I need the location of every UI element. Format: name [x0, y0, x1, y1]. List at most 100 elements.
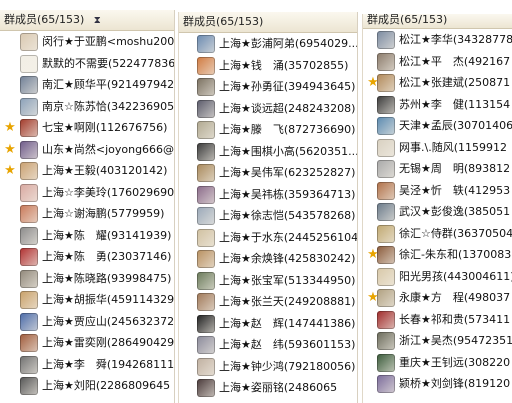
member-row[interactable]: 南京☆陈苏恰(342236905: [0, 96, 174, 118]
member-row[interactable]: 上海★钱 涌(35702855): [179, 55, 357, 77]
avatar[interactable]: [197, 271, 215, 290]
member-row[interactable]: 松江★李华(34328778: [363, 29, 512, 51]
avatar[interactable]: [197, 250, 215, 268]
member-row[interactable]: ★ 上海★王毅(403120142): [0, 160, 174, 182]
member-row[interactable]: 上海★孙勇征(394943645): [179, 76, 357, 98]
member-row[interactable]: 无锡★周 明(893812: [363, 158, 512, 180]
member-row[interactable]: 闵行★于亚鹏<moshu200.: [0, 31, 174, 53]
member-list[interactable]: 上海★彭浦阿弟(6954029... 上海★钱 涌(35702855) 上海★孙勇征…: [179, 33, 357, 399]
avatar[interactable]: [377, 31, 395, 49]
avatar[interactable]: [197, 293, 215, 311]
avatar[interactable]: [377, 332, 395, 350]
member-row[interactable]: ★ 松江★张建斌(250871: [363, 72, 512, 94]
avatar[interactable]: [20, 97, 38, 116]
avatar[interactable]: [197, 121, 215, 139]
member-row[interactable]: 上海★姿丽铭(2486065: [179, 377, 357, 399]
member-row[interactable]: 网事.\.随风(1159912: [363, 137, 512, 159]
avatar[interactable]: [377, 267, 395, 286]
avatar[interactable]: [377, 117, 395, 135]
avatar[interactable]: [197, 357, 215, 376]
member-row[interactable]: 阳光男孩(443004611): [363, 266, 512, 288]
avatar[interactable]: [377, 353, 395, 372]
avatar[interactable]: [377, 181, 395, 200]
member-row[interactable]: 上海★赵 辉(147441386): [179, 313, 357, 335]
avatar[interactable]: [20, 355, 38, 374]
member-row[interactable]: 长春★祁和贵(573411: [363, 309, 512, 331]
member-row[interactable]: ★ 永康★方 程(498037: [363, 287, 512, 309]
avatar[interactable]: [20, 205, 38, 223]
avatar[interactable]: [377, 224, 395, 243]
member-row[interactable]: 上海★滕 飞(872736690): [179, 119, 357, 141]
avatar[interactable]: [377, 246, 395, 264]
member-row[interactable]: 上海★彭浦阿弟(6954029...: [179, 33, 357, 55]
member-row[interactable]: ★ 徐汇-朱东和(1370083: [363, 244, 512, 266]
avatar[interactable]: [377, 52, 395, 71]
member-row[interactable]: 武汉★彭俊逸(385051: [363, 201, 512, 223]
member-row[interactable]: 上海★陈 勇(23037146): [0, 246, 174, 268]
member-row[interactable]: 上海★赵 纬(593601153): [179, 334, 357, 356]
avatar[interactable]: [377, 95, 395, 114]
avatar[interactable]: [197, 228, 215, 247]
avatar[interactable]: [20, 162, 38, 180]
avatar[interactable]: [197, 185, 215, 204]
member-row[interactable]: 苏州★李 健(113154: [363, 94, 512, 116]
avatar[interactable]: [20, 248, 38, 266]
member-row[interactable]: 南汇★顾华平(921497942: [0, 74, 174, 96]
member-list-header[interactable]: 群成员(65/153) ⧗: [0, 10, 174, 31]
member-row[interactable]: 上海★围棋小高(5620351...: [179, 141, 357, 163]
avatar[interactable]: [20, 76, 38, 94]
avatar[interactable]: [20, 291, 38, 309]
member-row[interactable]: 上海★于水东(2445256104): [179, 227, 357, 249]
avatar[interactable]: [20, 140, 38, 159]
avatar[interactable]: [377, 74, 395, 92]
avatar[interactable]: [197, 314, 215, 333]
avatar[interactable]: [20, 226, 38, 245]
member-row[interactable]: 上海★吴伟军(623252827): [179, 162, 357, 184]
avatar[interactable]: [20, 119, 38, 137]
avatar[interactable]: [197, 142, 215, 161]
avatar[interactable]: [197, 56, 215, 75]
avatar[interactable]: [20, 334, 38, 352]
member-row[interactable]: 徐汇☆侍群(36370504: [363, 223, 512, 245]
avatar[interactable]: [20, 183, 38, 202]
member-row[interactable]: 上海★李 舜(194268111: [0, 354, 174, 376]
member-row[interactable]: 上海★徐志恺(543578268): [179, 205, 357, 227]
member-row[interactable]: 天津★孟辰(30701406: [363, 115, 512, 137]
avatar[interactable]: [377, 160, 395, 178]
avatar[interactable]: [377, 310, 395, 329]
member-list[interactable]: 闵行★于亚鹏<moshu200. 默默的不需要(522477836 南汇★顾华平(9…: [0, 31, 174, 397]
member-row[interactable]: 上海★陈晓路(93998475): [0, 268, 174, 290]
member-row[interactable]: 上海★吴祎栋(359364713): [179, 184, 357, 206]
avatar[interactable]: [20, 54, 38, 73]
member-row[interactable]: ★ 七宝★啊刚(112676756): [0, 117, 174, 139]
avatar[interactable]: [197, 336, 215, 354]
avatar[interactable]: [197, 207, 215, 225]
avatar[interactable]: [197, 99, 215, 118]
member-row[interactable]: 上海★余焕锋(425830242): [179, 248, 357, 270]
member-row[interactable]: 上海★贾应山(245632372: [0, 311, 174, 333]
avatar[interactable]: [197, 78, 215, 96]
member-row[interactable]: 松江★平 杰(492167: [363, 51, 512, 73]
member-row[interactable]: 上海★张宝军(513344950): [179, 270, 357, 292]
member-row[interactable]: 浙江★吴杰(95472351: [363, 330, 512, 352]
avatar[interactable]: [20, 312, 38, 331]
avatar[interactable]: [197, 35, 215, 53]
member-row[interactable]: 上海★张兰天(249208881): [179, 291, 357, 313]
avatar[interactable]: [197, 164, 215, 182]
member-row[interactable]: 上海★钟少鸿(792180056): [179, 356, 357, 378]
member-row[interactable]: 上海☆李美玲(176029690: [0, 182, 174, 204]
avatar[interactable]: [377, 375, 395, 393]
avatar[interactable]: [20, 377, 38, 395]
member-row[interactable]: 上海★谈远超(248243208): [179, 98, 357, 120]
member-list-header[interactable]: 群成员(65/153): [363, 14, 512, 29]
member-row[interactable]: 默默的不需要(522477836: [0, 53, 174, 75]
member-list-header[interactable]: 群成员(65/153): [179, 12, 357, 33]
avatar[interactable]: [377, 289, 395, 307]
member-row[interactable]: 吴泾★忻 轶(412953: [363, 180, 512, 202]
member-row[interactable]: ★ 山东★尚然<joyong666@.: [0, 139, 174, 161]
member-row[interactable]: 重庆★王钊远(308220: [363, 352, 512, 374]
avatar[interactable]: [20, 269, 38, 288]
member-row[interactable]: 上海☆谢海鹏(5779959): [0, 203, 174, 225]
avatar[interactable]: [20, 33, 38, 51]
member-list[interactable]: 松江★李华(34328778 松江★平 杰(492167 ★ 松江★张建斌(25087…: [363, 29, 512, 395]
